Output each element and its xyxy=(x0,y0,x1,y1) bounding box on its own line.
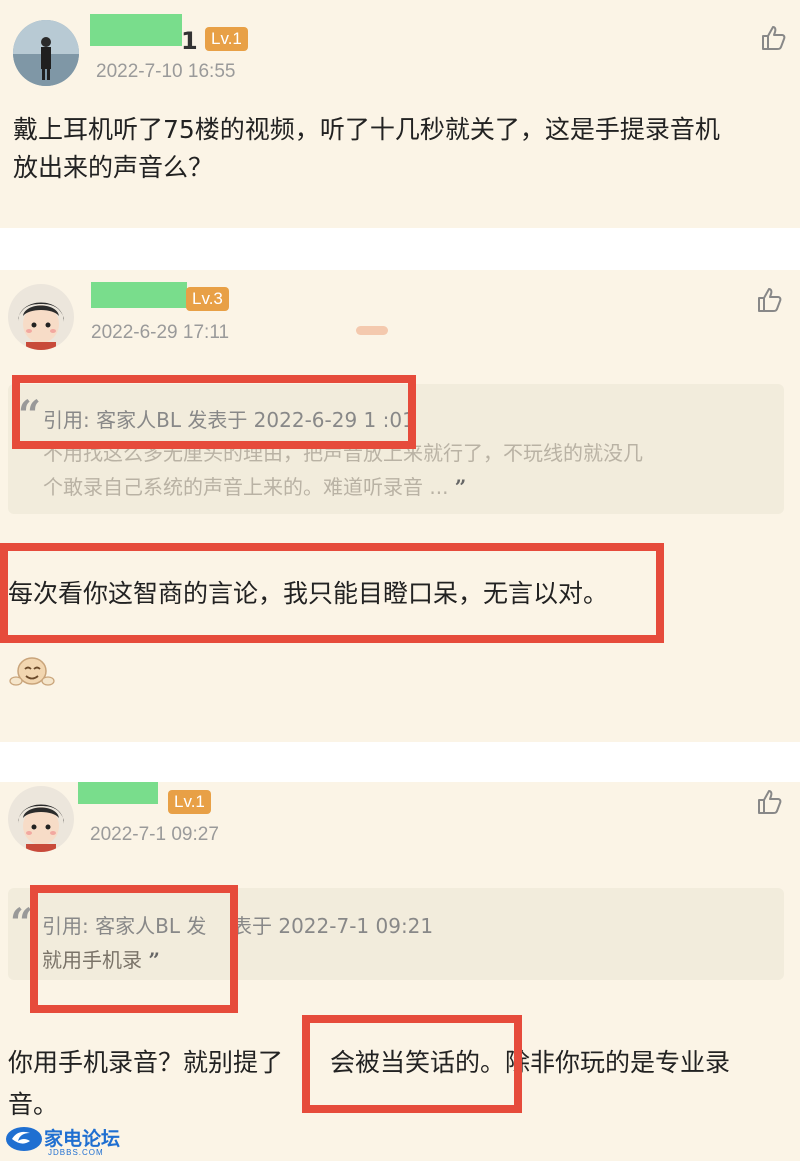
post-body-part-a: 你用手机录音？就别提了 xyxy=(8,1048,284,1077)
highlight-box-reply-text xyxy=(0,543,664,643)
username-redaction xyxy=(78,782,158,804)
highlight-box-laughing-phrase xyxy=(302,1015,522,1113)
user-avatar[interactable] xyxy=(8,786,74,852)
highlight-box-quote-block xyxy=(30,885,238,1013)
thumbs-up-icon[interactable] xyxy=(760,24,788,52)
username-redaction xyxy=(91,282,187,308)
post-body-line-2: 放出来的声音么？ xyxy=(13,153,214,182)
level-badge: Lv.1 xyxy=(168,790,211,814)
thumbs-up-icon[interactable] xyxy=(756,788,784,816)
site-watermark: 家电论坛 JDBBS.COM xyxy=(4,1122,128,1160)
jdbbs-logo-icon xyxy=(6,1127,42,1151)
highlight-box-quote-header xyxy=(12,375,416,449)
quote-line-2: 个敢录自己系统的声音上来的。难道听录音 ... ” xyxy=(43,475,467,499)
quote-header-b[interactable]: 表于 2022-7-1 09:21 xyxy=(232,910,433,939)
level-badge: Lv.1 xyxy=(205,27,248,51)
user-avatar[interactable] xyxy=(13,20,79,86)
post-time: 2022-6-29 17:11 xyxy=(91,322,230,343)
user-avatar[interactable] xyxy=(8,284,74,350)
post-time: 2022-7-1 09:27 xyxy=(90,824,219,845)
smudge-mark xyxy=(356,326,388,335)
laughing-emoji-icon xyxy=(9,657,55,686)
thumbs-up-icon[interactable] xyxy=(756,286,784,314)
level-badge: Lv.3 xyxy=(186,287,229,311)
post-time: 2022-7-10 16:55 xyxy=(96,61,236,82)
username-tail[interactable]: 1 xyxy=(181,27,198,55)
post-body-line-2: 音。 xyxy=(8,1090,59,1119)
post-card-2: Lv.3 2022-6-29 17:11 “ 引用: 客家人BL 发表于 202… xyxy=(0,270,800,742)
post-body-line-1: 戴上耳机听了75楼的视频，听了十几秒就关了，这是手提录音机 xyxy=(13,115,720,144)
quote-close-icon: ” xyxy=(454,475,467,499)
watermark-domain: JDBBS.COM xyxy=(48,1148,104,1157)
username-redaction xyxy=(90,14,182,46)
post-card-1: 1 Lv.1 2022-7-10 16:55 戴上耳机听了75楼的视频，听了十几… xyxy=(0,0,800,228)
watermark-site-name: 家电论坛 xyxy=(44,1128,121,1150)
